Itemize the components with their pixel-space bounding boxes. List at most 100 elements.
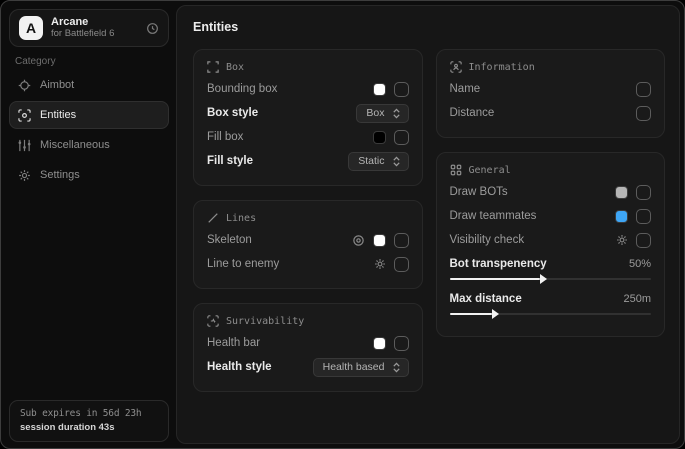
subscription-card: Sub expires in 56d 23h session duration … [9,400,169,442]
slider-value: 250m [623,293,651,305]
setting-row: Distance [450,101,652,125]
sub-expires-text: Sub expires in 56d 23h [20,408,158,419]
session-duration-text: session duration 43s [20,422,158,433]
chevron-up-down-icon [392,108,401,119]
sidebar-nav: Aimbot Entities [9,71,169,189]
max-distance-slider-row: Max distance 250m [450,289,652,315]
setting-label: Draw BOTs [450,186,508,198]
panel-box: Box Bounding box Box style Box [193,49,423,186]
bot-transparency-slider[interactable] [450,278,652,280]
panel-general: General Draw BOTs Draw teammates [436,152,666,337]
color-swatch[interactable] [373,131,386,144]
sidebar-item-settings[interactable]: Settings [9,161,169,189]
setting-label: Health bar [207,337,260,349]
sidebar-item-aimbot[interactable]: Aimbot [9,71,169,99]
setting-row: Name [450,77,652,101]
line-to-enemy-checkbox[interactable] [394,257,409,272]
setting-row: Visibility check [450,228,652,252]
gear-icon[interactable] [616,234,628,246]
fill-style-dropdown[interactable]: Static [348,152,408,171]
brand-subtitle: for Battlefield 6 [51,29,138,40]
brand-avatar: A [19,16,43,40]
brand-title: Arcane [51,16,138,29]
gear-icon [18,169,31,182]
panel-title: Information [469,62,535,73]
eye-icon[interactable] [352,234,365,247]
sidebar: A Arcane for Battlefield 6 Category Aimb… [1,1,176,448]
sidebar-item-label: Miscellaneous [40,139,110,151]
setting-label: Bot transpenency [450,258,547,270]
sidebar-item-label: Aimbot [40,79,74,91]
panel-title: Survivability [226,316,304,327]
page-title: Entities [193,20,665,34]
setting-row: Fill box [207,125,409,149]
distance-checkbox[interactable] [636,106,651,121]
information-icon [450,61,462,73]
health-bar-checkbox[interactable] [394,336,409,351]
setting-label: Fill box [207,131,243,143]
setting-row: Health bar [207,331,409,355]
survivability-icon [207,315,219,327]
color-swatch[interactable] [373,337,386,350]
sync-icon[interactable] [146,22,159,35]
slider-thumb[interactable] [492,309,499,319]
gear-icon[interactable] [374,258,386,270]
visibility-check-checkbox[interactable] [636,233,651,248]
box-style-dropdown[interactable]: Box [356,104,408,123]
panel-survivability: Survivability Health bar Health style He… [193,303,423,392]
fill-box-checkbox[interactable] [394,130,409,145]
slider-value: 50% [629,258,651,270]
color-swatch[interactable] [373,234,386,247]
panel-title: Box [226,62,244,73]
setting-label: Distance [450,107,495,119]
setting-row: Draw teammates [450,204,652,228]
entities-icon [18,109,31,122]
panel-title: Lines [226,213,256,224]
setting-row: Bounding box [207,77,409,101]
setting-label: Health style [207,361,272,373]
sliders-icon [18,139,31,152]
slider-thumb[interactable] [540,274,547,284]
setting-label: Box style [207,107,258,119]
setting-label: Fill style [207,155,253,167]
setting-label: Bounding box [207,83,277,95]
setting-row: Draw BOTs [450,180,652,204]
chevron-up-down-icon [392,156,401,167]
setting-row: Health style Health based [207,355,409,379]
line-icon [207,212,219,224]
main-content: Entities Box Bounding box [176,5,680,444]
sidebar-item-label: Settings [40,169,80,181]
app-window: A Arcane for Battlefield 6 Category Aimb… [0,0,685,449]
bounding-box-checkbox[interactable] [394,82,409,97]
setting-label: Skeleton [207,234,252,246]
brand-card: A Arcane for Battlefield 6 [9,9,169,47]
sidebar-item-miscellaneous[interactable]: Miscellaneous [9,131,169,159]
color-swatch[interactable] [615,210,628,223]
bot-transparency-slider-row: Bot transpenency 50% [450,254,652,280]
setting-row: Fill style Static [207,149,409,173]
color-swatch[interactable] [373,83,386,96]
setting-row: Skeleton [207,228,409,252]
draw-teammates-checkbox[interactable] [636,209,651,224]
category-label: Category [15,56,56,67]
setting-row: Box style Box [207,101,409,125]
color-swatch[interactable] [615,186,628,199]
general-icon [450,164,462,176]
panel-information: Information Name Distance [436,49,666,138]
chevron-up-down-icon [392,362,401,373]
name-checkbox[interactable] [636,82,651,97]
skeleton-checkbox[interactable] [394,233,409,248]
setting-label: Line to enemy [207,258,279,270]
max-distance-slider[interactable] [450,313,652,315]
panel-title: General [469,165,511,176]
box-brackets-icon [207,61,219,73]
setting-label: Visibility check [450,234,525,246]
setting-label: Name [450,83,481,95]
health-style-dropdown[interactable]: Health based [313,358,409,377]
sidebar-item-entities[interactable]: Entities [9,101,169,129]
panel-lines: Lines Skeleton [193,200,423,289]
crosshair-icon [18,79,31,92]
setting-label: Draw teammates [450,210,537,222]
setting-label: Max distance [450,293,522,305]
draw-bots-checkbox[interactable] [636,185,651,200]
